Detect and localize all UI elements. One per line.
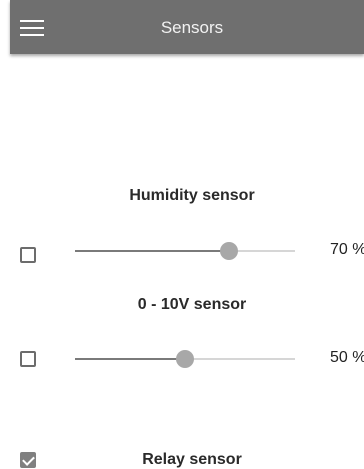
voltage-sensor-value: 50 %	[330, 349, 364, 366]
voltage-sensor-title: 0 - 10V sensor	[137, 296, 247, 313]
humidity-sensor-value: 70 %	[330, 241, 364, 258]
voltage-sensor-checkbox[interactable]	[20, 351, 36, 367]
humidity-sensor-checkbox[interactable]	[20, 247, 36, 263]
humidity-sensor-title: Humidity sensor	[129, 187, 255, 204]
voltage-sensor-slider[interactable]	[75, 349, 295, 369]
slider-thumb[interactable]	[220, 242, 238, 260]
relay-sensor-title: Relay sensor	[142, 451, 242, 468]
slider-fill	[75, 250, 229, 252]
slider-fill	[75, 358, 185, 360]
slider-thumb[interactable]	[176, 350, 194, 368]
app-bar: Sensors	[10, 0, 364, 54]
humidity-sensor-slider[interactable]	[75, 241, 295, 261]
page-title: Sensors	[160, 18, 224, 37]
